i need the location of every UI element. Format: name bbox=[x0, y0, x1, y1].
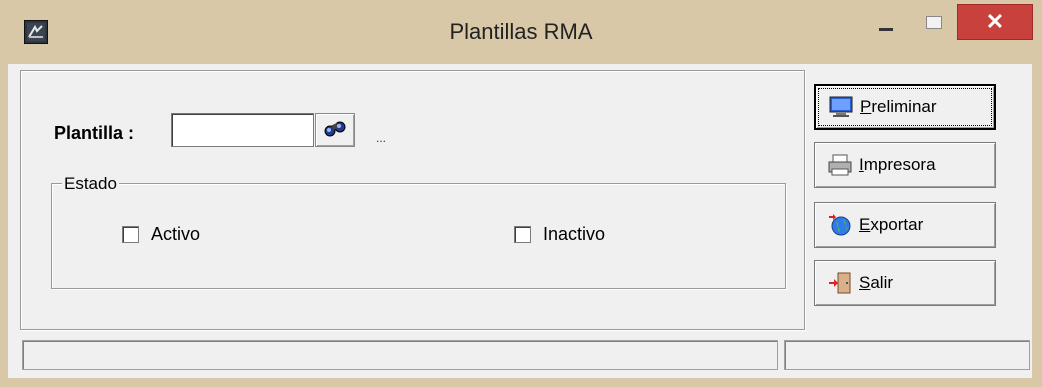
maximize-button[interactable] bbox=[912, 4, 956, 40]
inactivo-option[interactable]: Inactivo bbox=[514, 224, 605, 245]
title-bar[interactable]: Plantillas RMA ✕ bbox=[0, 0, 1042, 64]
exportar-button[interactable]: Exportar bbox=[814, 202, 996, 248]
inactivo-checkbox[interactable] bbox=[514, 226, 531, 243]
exit-door-icon bbox=[827, 271, 853, 295]
status-bar-left bbox=[22, 340, 778, 370]
minimize-icon bbox=[879, 27, 893, 31]
app-window: Plantillas RMA ✕ Plantilla : ... Estado … bbox=[0, 0, 1042, 387]
minimize-button[interactable] bbox=[864, 4, 908, 40]
status-bar-right bbox=[784, 340, 1030, 370]
activo-label[interactable]: Activo bbox=[151, 224, 200, 245]
plantilla-label: Plantilla : bbox=[54, 123, 135, 143]
client-area: Plantilla : ... Estado Activo Inactivo P… bbox=[8, 64, 1032, 378]
impresora-label: Impresora bbox=[859, 155, 936, 174]
main-panel: Plantilla : ... Estado Activo Inactivo bbox=[20, 70, 805, 330]
activo-checkbox[interactable] bbox=[122, 226, 139, 243]
salir-label: Salir bbox=[859, 273, 894, 292]
inactivo-label[interactable]: Inactivo bbox=[543, 224, 605, 245]
activo-option[interactable]: Activo bbox=[122, 224, 200, 245]
close-button[interactable]: ✕ bbox=[957, 4, 1033, 40]
estado-legend: Estado bbox=[62, 174, 119, 194]
preliminar-label: Preliminar bbox=[860, 97, 937, 116]
exportar-label: Exportar bbox=[859, 215, 924, 234]
monitor-icon bbox=[828, 95, 854, 119]
preliminar-button[interactable]: Preliminar bbox=[814, 84, 996, 130]
maximize-icon bbox=[926, 15, 942, 29]
globe-export-icon bbox=[827, 213, 853, 237]
salir-button[interactable]: Salir bbox=[814, 260, 996, 306]
plantilla-description: ... bbox=[376, 131, 387, 145]
lookup-button[interactable] bbox=[315, 113, 355, 147]
impresora-button[interactable]: Impresora bbox=[814, 142, 996, 188]
binoculars-icon bbox=[323, 118, 347, 143]
printer-icon bbox=[827, 153, 853, 177]
plantilla-input[interactable] bbox=[171, 113, 314, 147]
estado-groupbox: Estado Activo Inactivo bbox=[51, 174, 786, 289]
close-icon: ✕ bbox=[985, 9, 1005, 34]
